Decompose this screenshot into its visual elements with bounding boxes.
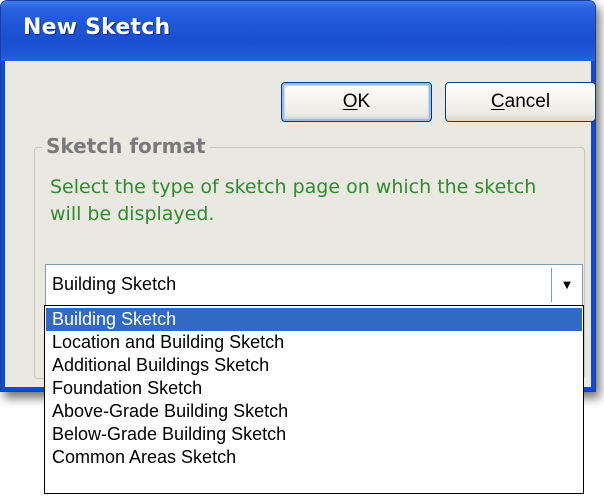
sketch-format-description: Select the type of sketch page on which … bbox=[50, 176, 537, 225]
title-bar[interactable]: New Sketch bbox=[1, 1, 595, 61]
cancel-button-mnemonic: C bbox=[490, 91, 505, 112]
dialog-title: New Sketch bbox=[23, 15, 171, 40]
ok-button-mnemonic: O bbox=[342, 91, 358, 112]
sketch-type-dropdown-list: Building Sketch Location and Building Sk… bbox=[44, 305, 584, 494]
sketch-type-selected-value: Building Sketch bbox=[52, 274, 177, 294]
screenshot-stage: New Sketch OK Cancel Sketch format Selec… bbox=[0, 0, 604, 500]
sketch-type-select[interactable]: Building Sketch ▼ bbox=[45, 264, 583, 306]
dropdown-option-above-grade-building-sketch[interactable]: Above-Grade Building Sketch bbox=[45, 400, 583, 423]
cancel-button-label: ancel bbox=[504, 91, 551, 112]
dropdown-option-common-areas-sketch[interactable]: Common Areas Sketch bbox=[45, 446, 583, 469]
window-frame-left bbox=[1, 61, 5, 391]
sketch-format-legend: Sketch format bbox=[42, 134, 210, 158]
dropdown-option-location-and-building-sketch[interactable]: Location and Building Sketch bbox=[45, 331, 583, 354]
dropdown-option-building-sketch[interactable]: Building Sketch bbox=[46, 308, 582, 331]
dropdown-option-additional-buildings-sketch[interactable]: Additional Buildings Sketch bbox=[45, 354, 583, 377]
ok-button[interactable]: OK bbox=[281, 82, 432, 122]
dropdown-option-below-grade-building-sketch[interactable]: Below-Grade Building Sketch bbox=[45, 423, 583, 446]
chevron-down-icon[interactable]: ▼ bbox=[552, 265, 582, 305]
cancel-button[interactable]: Cancel bbox=[445, 82, 596, 122]
dropdown-option-foundation-sketch[interactable]: Foundation Sketch bbox=[45, 377, 583, 400]
ok-button-label: K bbox=[357, 91, 371, 112]
